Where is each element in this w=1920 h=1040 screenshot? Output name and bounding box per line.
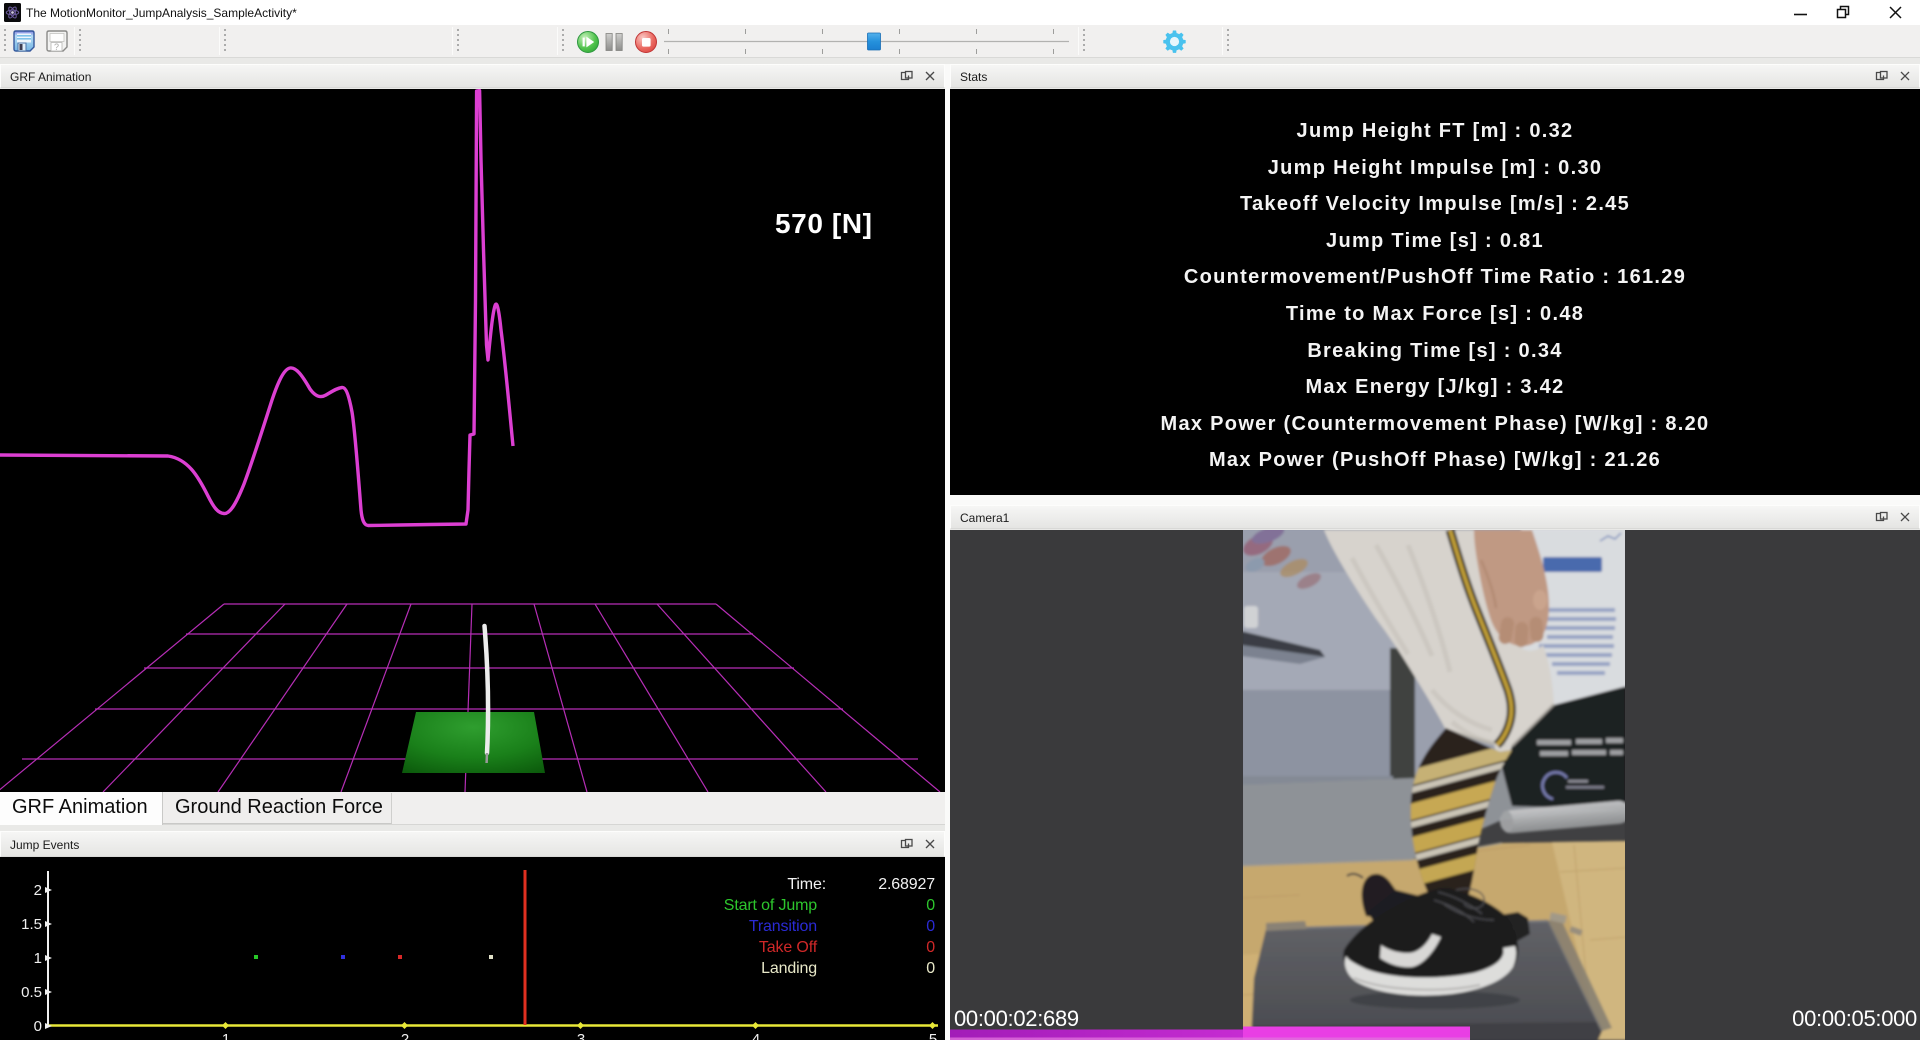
svg-text:4: 4 [752, 1031, 760, 1040]
svg-text:2: 2 [401, 1031, 409, 1040]
svg-text:Time:: Time: [787, 876, 826, 893]
svg-text:0: 0 [926, 918, 935, 935]
svg-text:1: 1 [222, 1031, 230, 1040]
svg-text:?: ? [54, 42, 59, 52]
svg-text:Landing: Landing [761, 960, 817, 977]
svg-text:00:00:05:000: 00:00:05:000 [1792, 1006, 1917, 1031]
svg-text:0: 0 [34, 1018, 42, 1035]
svg-text:2: 2 [34, 882, 42, 899]
svg-text:1: 1 [34, 950, 42, 967]
svg-text:5: 5 [929, 1031, 937, 1040]
svg-text:3: 3 [577, 1031, 585, 1040]
svg-text:00:00:02:689: 00:00:02:689 [954, 1006, 1079, 1031]
svg-text:2.68927: 2.68927 [878, 876, 935, 893]
svg-text:1.5: 1.5 [21, 916, 42, 933]
svg-text:Take Off: Take Off [759, 939, 818, 956]
svg-text:Start of Jump: Start of Jump [724, 897, 817, 914]
svg-text:0: 0 [926, 960, 935, 977]
svg-text:0: 0 [926, 939, 935, 956]
svg-text:0.5: 0.5 [21, 984, 42, 1001]
svg-text:Transition: Transition [749, 918, 817, 935]
svg-text:570 [N]: 570 [N] [775, 208, 873, 239]
svg-text:0: 0 [926, 897, 935, 914]
